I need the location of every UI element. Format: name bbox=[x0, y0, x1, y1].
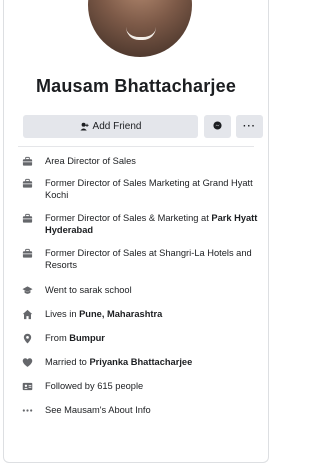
intro-item-work: Former Director of Sales at Shangri-La H… bbox=[22, 247, 262, 271]
heart-icon bbox=[22, 357, 33, 368]
intro-item-work: Former Director of Sales Marketing at Gr… bbox=[22, 177, 262, 201]
messenger-icon bbox=[213, 120, 222, 133]
intro-item-text: Followed by 615 people bbox=[45, 381, 144, 391]
add-friend-icon bbox=[79, 122, 89, 131]
followers-icon bbox=[22, 381, 33, 392]
profile-card: Mausam Bhattacharjee Add Friend ··· Area… bbox=[3, 0, 269, 463]
briefcase-icon bbox=[22, 178, 33, 189]
intro-item-text: Former Director of Sales at Shangri-La H… bbox=[45, 248, 252, 270]
location-pin-icon bbox=[22, 333, 33, 344]
intro-item-text: Went to sarak school bbox=[45, 285, 132, 295]
intro-item-lives: Lives in Pune, Maharashtra bbox=[22, 308, 262, 320]
intro-item-from: From Bumpur bbox=[22, 332, 262, 344]
more-dots-icon bbox=[22, 405, 33, 416]
graduation-cap-icon bbox=[22, 285, 33, 296]
intro-item-about-link[interactable]: See Mausam's About Info bbox=[22, 404, 262, 416]
intro-item-education: Went to sarak school bbox=[22, 284, 262, 296]
briefcase-icon bbox=[22, 213, 33, 224]
intro-item-text: Area Director of Sales bbox=[45, 156, 136, 166]
intro-item-text: Former Director of Sales Marketing at Gr… bbox=[45, 178, 253, 200]
intro-item-text: From bbox=[45, 333, 70, 343]
divider bbox=[18, 146, 254, 147]
add-friend-label: Add Friend bbox=[92, 121, 142, 132]
intro-item-bold[interactable]: Pune, Maharashtra bbox=[79, 309, 162, 319]
intro-item-text: See Mausam's About Info bbox=[45, 405, 151, 415]
messenger-button[interactable] bbox=[204, 115, 231, 138]
avatar[interactable] bbox=[88, 0, 192, 57]
intro-item-bold[interactable]: Priyanka Bhattacharjee bbox=[89, 357, 192, 367]
briefcase-icon bbox=[22, 248, 33, 259]
intro-item-text: Married to bbox=[45, 357, 90, 367]
intro-item-followers: Followed by 615 people bbox=[22, 380, 262, 392]
briefcase-icon bbox=[22, 156, 33, 167]
intro-item-work: Area Director of Sales bbox=[22, 155, 262, 167]
intro-item-bold[interactable]: Bumpur bbox=[69, 333, 105, 343]
intro-item-work: Former Director of Sales & Marketing at … bbox=[22, 212, 262, 236]
add-friend-button[interactable]: Add Friend bbox=[23, 115, 198, 138]
more-options-button[interactable]: ··· bbox=[236, 115, 263, 138]
intro-item-text: Former Director of Sales & Marketing at bbox=[45, 213, 212, 223]
intro-item-text: Lives in bbox=[45, 309, 80, 319]
profile-name: Mausam Bhattacharjee bbox=[35, 76, 237, 96]
intro-item-relationship: Married to Priyanka Bhattacharjee bbox=[22, 356, 262, 368]
home-icon bbox=[22, 309, 33, 320]
